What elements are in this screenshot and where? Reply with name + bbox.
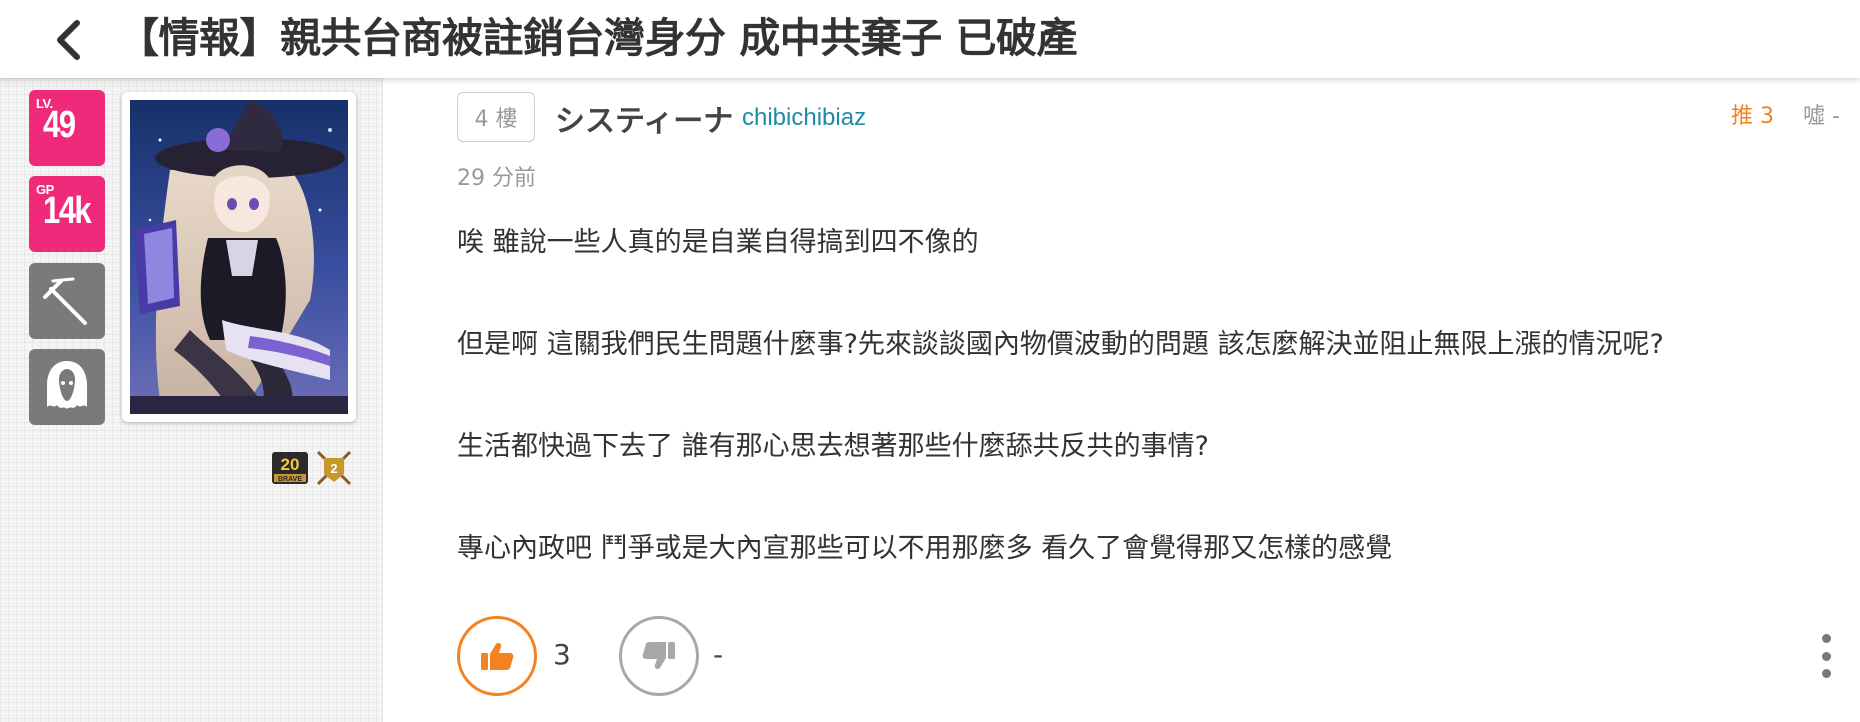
top-bar: 【情報】親共台商被註銷台灣身分 成中共棄子 已破產 — [0, 0, 1860, 78]
post-paragraph: 生活都快過下去了 誰有那心思去想著那些什麼舔共反共的事情? — [457, 431, 1209, 462]
boo-count[interactable]: 噓 - — [1803, 98, 1840, 130]
push-count[interactable]: 推 3 — [1731, 98, 1774, 130]
page-title: 【情報】親共台商被註銷台灣身分 成中共棄子 已破產 — [118, 14, 1078, 62]
like-button[interactable] — [457, 616, 537, 696]
career-badge[interactable] — [29, 263, 105, 339]
post-time: 29 分前 — [457, 166, 536, 191]
dot — [1821, 634, 1831, 643]
post-paragraph: 專心內政吧 鬥爭或是大內宣那些可以不用那麼多 看久了會覺得那又怎樣的感覺 — [457, 533, 1393, 564]
level-value: 49 — [43, 104, 76, 146]
ghost-icon — [47, 361, 87, 409]
gp-badge[interactable]: GP 14k — [29, 176, 105, 252]
svg-text:BRAVE: BRAVE — [278, 476, 302, 483]
20-anniversary-medal-icon[interactable]: 2 — [314, 448, 354, 488]
20-brave-medal-icon[interactable]: 20 BRAVE — [270, 448, 310, 488]
thumbs-up-icon — [481, 643, 514, 670]
post-body: 唉 雖說一些人真的是自業自得搞到四不像的 但是啊 這關我們民生問題什麼事?先來談… — [457, 226, 1837, 634]
author-id-link[interactable]: chibichibiaz — [742, 104, 866, 132]
svg-text:2: 2 — [330, 461, 337, 476]
dislike-button[interactable] — [619, 616, 699, 696]
post-paragraph: 但是啊 這關我們民生問題什麼事?先來談談國內物價波動的問題 該怎麼解決並阻止無限… — [457, 329, 1664, 360]
svg-text:20: 20 — [281, 455, 300, 474]
floor-badge[interactable]: 4 樓 — [457, 92, 535, 142]
chevron-left-icon — [57, 20, 80, 60]
post-paragraph: 唉 雖說一些人真的是自業自得搞到四不像的 — [457, 227, 979, 258]
author-panel: LV. 49 GP 14k 20 BRAVE 2 — [0, 78, 383, 722]
author-name[interactable]: システィーナ — [555, 96, 733, 140]
back-button[interactable] — [44, 16, 92, 64]
avatar-character-illustration — [130, 100, 348, 414]
race-badge[interactable] — [29, 349, 105, 425]
dislike-count: - — [713, 638, 724, 671]
like-count: 3 — [553, 638, 571, 671]
dot — [1821, 651, 1831, 661]
gp-value: 14k — [43, 190, 92, 232]
post-content: 4 樓 システィーナ chibichibiaz 29 分前 推 3 噓 - 唉 … — [383, 78, 1860, 722]
thumbs-down-icon — [642, 642, 675, 669]
sword-icon — [43, 277, 87, 325]
avatar-frame[interactable] — [122, 92, 356, 422]
level-badge[interactable]: LV. 49 — [29, 90, 105, 166]
dot — [1821, 669, 1831, 678]
avatar — [130, 100, 348, 414]
more-options-icon[interactable] — [1816, 634, 1836, 678]
